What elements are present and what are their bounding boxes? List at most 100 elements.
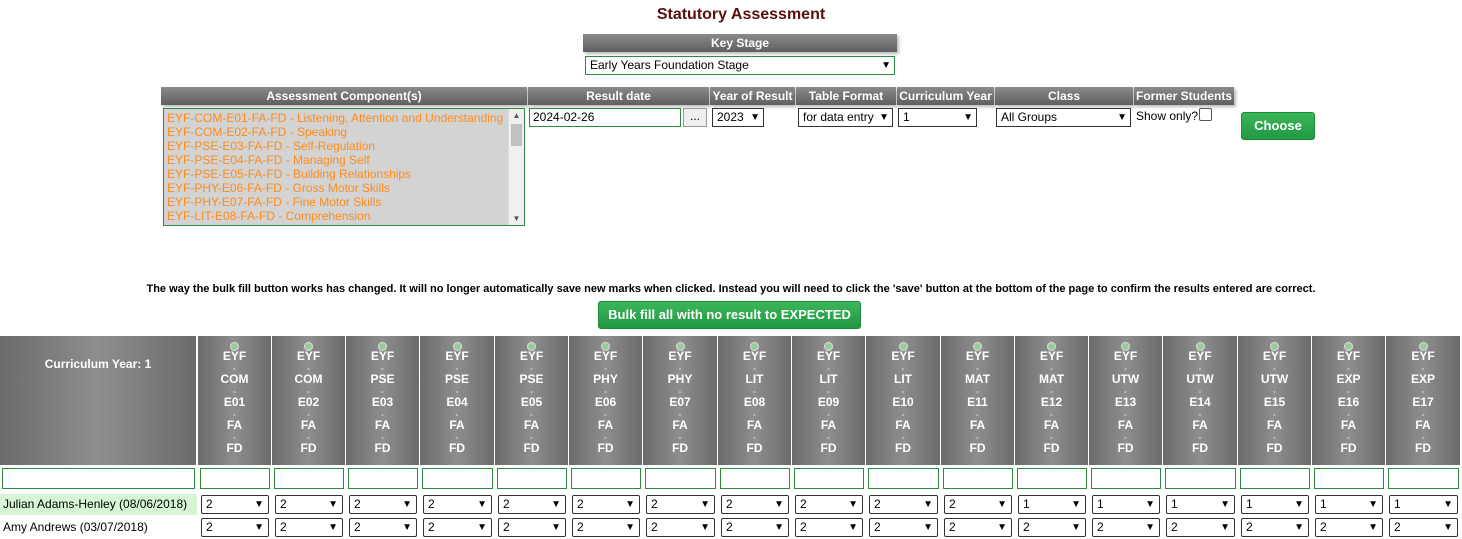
student-name[interactable]: Julian Adams-Henley (08/06/2018)	[0, 494, 197, 515]
result-select[interactable]: 2 ▼	[349, 518, 417, 537]
column-code-part: EYF	[296, 349, 321, 363]
column-filter-input[interactable]	[1388, 468, 1459, 489]
student-name[interactable]: Amy Andrews (03/07/2018)	[0, 517, 197, 538]
result-date-input[interactable]: 2024-02-26	[529, 108, 681, 127]
column-code-part: EYF	[668, 349, 692, 363]
component-option[interactable]: EYF-PSE-E03-FA-FD - Self-Regulation	[164, 139, 508, 153]
component-option[interactable]: EYF-PHY-E07-FA-FD - Fine Motor Skills	[164, 195, 508, 209]
column-filter-input[interactable]	[868, 468, 939, 489]
result-select[interactable]: 2 ▼	[423, 495, 492, 514]
column-header[interactable]: EYF - PSE - E05- FA - FD	[495, 336, 569, 465]
result-select[interactable]: 1 ▼	[1389, 495, 1458, 514]
result-select[interactable]: 2 ▼	[795, 518, 863, 537]
result-select[interactable]: 1 ▼	[1241, 495, 1309, 514]
result-select[interactable]: 2 ▼	[721, 495, 789, 514]
column-filter-input[interactable]	[1314, 468, 1384, 489]
class-select[interactable]: All Groups ▼	[996, 108, 1131, 127]
column-header[interactable]: EYF - COM - E02- FA - FD	[272, 336, 346, 465]
column-filter-input[interactable]	[1091, 468, 1161, 489]
column-filter-input[interactable]	[943, 468, 1013, 489]
column-header[interactable]: EYF - PHY - E07- FA - FD	[643, 336, 718, 465]
result-select[interactable]: 1 ▼	[1018, 495, 1086, 514]
column-code-part: E15	[1263, 395, 1286, 409]
column-filter-input[interactable]	[794, 468, 864, 489]
date-picker-button[interactable]: ...	[683, 108, 707, 127]
component-option[interactable]: EYF-COM-E01-FA-FD - Listening, Attention…	[164, 111, 508, 125]
curriculum-year-select[interactable]: 1 ▼	[898, 108, 977, 127]
result-select[interactable]: 2 ▼	[275, 495, 343, 514]
result-select[interactable]: 2 ▼	[498, 495, 566, 514]
scroll-up-icon[interactable]: ▲	[509, 111, 524, 120]
result-select[interactable]: 1 ▼	[1315, 495, 1383, 514]
result-select[interactable]: 2 ▼	[275, 518, 343, 537]
result-select[interactable]: 2 ▼	[869, 495, 938, 514]
choose-button[interactable]: Choose	[1241, 112, 1315, 140]
column-filter-input[interactable]	[1240, 468, 1310, 489]
component-option[interactable]: EYF-PHY-E06-FA-FD - Gross Motor Skills	[164, 181, 508, 195]
column-header[interactable]: EYF - UTW - E14- FA - FD	[1163, 336, 1238, 465]
result-select[interactable]: 2 ▼	[869, 518, 938, 537]
column-filter-input[interactable]	[348, 468, 418, 489]
result-value: 2	[354, 520, 361, 534]
column-header[interactable]: EYF - PSE - E03- FA - FD	[346, 336, 420, 465]
result-select[interactable]: 2 ▼	[201, 518, 269, 537]
column-header[interactable]: EYF - LIT - E10- FA - FD	[866, 336, 941, 465]
result-select[interactable]: 2 ▼	[721, 518, 789, 537]
result-select[interactable]: 2 ▼	[1315, 518, 1383, 537]
scroll-thumb[interactable]	[511, 124, 522, 146]
result-select[interactable]: 2 ▼	[572, 495, 640, 514]
result-select[interactable]: 2 ▼	[944, 518, 1012, 537]
column-filter-input[interactable]	[497, 468, 567, 489]
column-header[interactable]: EYF - PHY - E06- FA - FD	[569, 336, 643, 465]
column-header[interactable]: EYF - EXP - E17- FA - FD	[1386, 336, 1461, 465]
result-select[interactable]: 2 ▼	[1241, 518, 1309, 537]
column-header[interactable]: EYF - MAT - E11- FA - FD	[941, 336, 1015, 465]
result-select[interactable]: 2 ▼	[1166, 518, 1235, 537]
column-code-part: E02	[297, 395, 320, 409]
assessment-components-listbox[interactable]: EYF-COM-E01-FA-FD - Listening, Attention…	[163, 108, 525, 226]
key-stage-select[interactable]: Early Years Foundation Stage ▼	[585, 56, 895, 75]
component-option[interactable]: EYF-PSE-E04-FA-FD - Managing Self	[164, 153, 508, 167]
column-header[interactable]: EYF - UTW - E13- FA - FD	[1089, 336, 1163, 465]
result-select[interactable]: 2 ▼	[349, 495, 417, 514]
result-select[interactable]: 1 ▼	[1092, 495, 1160, 514]
bulk-fill-button[interactable]: Bulk fill all with no result to EXPECTED	[598, 301, 861, 329]
column-filter-input[interactable]	[274, 468, 344, 489]
column-header[interactable]: EYF - MAT - E12- FA - FD	[1015, 336, 1089, 465]
result-select[interactable]: 2 ▼	[1389, 518, 1458, 537]
column-filter-input[interactable]	[200, 468, 270, 489]
column-filter-input[interactable]	[645, 468, 716, 489]
column-header[interactable]: EYF - LIT - E08- FA - FD	[718, 336, 792, 465]
listbox-scrollbar[interactable]: ▲ ▼	[508, 109, 524, 225]
column-header[interactable]: EYF - PSE - E04- FA - FD	[420, 336, 495, 465]
component-option[interactable]: EYF-PSE-E05-FA-FD - Building Relationshi…	[164, 167, 508, 181]
result-select[interactable]: 2 ▼	[201, 495, 269, 514]
show-only-checkbox[interactable]	[1199, 108, 1212, 121]
result-select[interactable]: 2 ▼	[646, 518, 715, 537]
column-header[interactable]: EYF - COM - E01- FA - FD	[198, 336, 272, 465]
result-select[interactable]: 2 ▼	[795, 495, 863, 514]
result-select[interactable]: 1 ▼	[1166, 495, 1235, 514]
component-option[interactable]: EYF-LIT-E08-FA-FD - Comprehension	[164, 209, 508, 223]
scroll-down-icon[interactable]: ▼	[509, 214, 524, 223]
column-filter-input[interactable]	[1017, 468, 1087, 489]
column-header[interactable]: EYF - EXP - E16- FA - FD	[1312, 336, 1386, 465]
column-header[interactable]: EYF - UTW - E15- FA - FD	[1238, 336, 1312, 465]
column-header[interactable]: EYF - LIT - E09- FA - FD	[792, 336, 866, 465]
table-format-select[interactable]: for data entry ▼	[798, 108, 893, 127]
result-select[interactable]: 2 ▼	[498, 518, 566, 537]
result-select[interactable]: 2 ▼	[1092, 518, 1160, 537]
column-filter-input[interactable]	[720, 468, 790, 489]
result-select[interactable]: 2 ▼	[423, 518, 492, 537]
student-filter-input[interactable]	[2, 468, 195, 489]
component-option[interactable]: EYF-COM-E02-FA-FD - Speaking	[164, 125, 508, 139]
result-select[interactable]: 2 ▼	[944, 495, 1012, 514]
chevron-down-icon: ▼	[923, 499, 933, 510]
year-of-result-select[interactable]: 2023 ▼	[712, 108, 764, 127]
result-select[interactable]: 2 ▼	[1018, 518, 1086, 537]
result-select[interactable]: 2 ▼	[646, 495, 715, 514]
result-select[interactable]: 2 ▼	[572, 518, 640, 537]
column-filter-input[interactable]	[422, 468, 493, 489]
column-filter-input[interactable]	[571, 468, 641, 489]
column-filter-input[interactable]	[1165, 468, 1236, 489]
